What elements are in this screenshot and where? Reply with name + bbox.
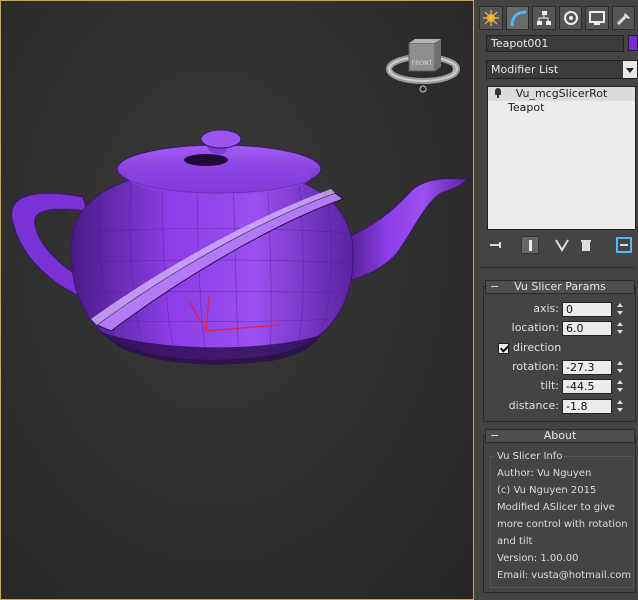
info-line: Modified ASlicer to give	[497, 502, 615, 513]
rotation-spinner[interactable]	[616, 360, 625, 375]
command-panel: Teapot001 Modifier List Vu_mcgSlicerRot …	[477, 0, 638, 600]
info-line: Email: vusta@hotmail.com	[497, 570, 632, 581]
modifier-list-dropdown[interactable]: Modifier List	[486, 60, 638, 79]
viewcube-label: FRONT	[412, 60, 433, 67]
teapot-object[interactable]	[11, 129, 468, 365]
axis-label: axis:	[533, 302, 559, 315]
params-rollout-header[interactable]: − Vu Slicer Params	[485, 280, 635, 294]
make-unique-button[interactable]	[553, 236, 571, 254]
stack-toolbar	[487, 236, 636, 254]
scene: FRONT S E	[11, 39, 468, 365]
tab-motion[interactable]	[558, 6, 582, 30]
show-end-result-button[interactable]	[521, 236, 539, 254]
viewcube[interactable]: FRONT S E	[386, 39, 460, 93]
create-icon	[483, 10, 499, 26]
display-icon	[589, 11, 605, 25]
pin-icon	[490, 242, 501, 248]
stack-item-modifier[interactable]: Vu_mcgSlicerRot	[488, 87, 635, 101]
location-field[interactable]: 6.0	[562, 321, 612, 336]
info-group-title: Vu Slicer Info	[495, 450, 565, 464]
perspective-viewport[interactable]: FRONT S E	[0, 0, 474, 600]
info-line: Author: Vu Nguyen	[497, 468, 592, 479]
object-color-swatch[interactable]	[628, 35, 638, 51]
about-title: About	[543, 429, 577, 442]
tab-hierarchy[interactable]	[532, 6, 556, 30]
tab-display[interactable]	[585, 6, 609, 30]
axis-field[interactable]: 0	[562, 302, 612, 317]
direction-label: direction	[513, 341, 562, 354]
command-panel-tabs	[479, 6, 638, 30]
show-end-result-icon	[529, 240, 532, 251]
stack-item-base[interactable]: Teapot	[488, 101, 635, 115]
lightbulb-icon[interactable]	[495, 88, 501, 98]
tab-create[interactable]	[479, 6, 503, 30]
tilt-field[interactable]: -44.5	[562, 379, 612, 394]
chevron-down-icon[interactable]	[623, 61, 637, 78]
svg-text:E: E	[452, 66, 457, 75]
stack-item-label: Teapot	[508, 101, 545, 114]
pin-stack-button[interactable]	[487, 236, 505, 254]
hierarchy-icon	[537, 11, 551, 25]
info-line: Version: 1.00.00	[497, 553, 579, 564]
tab-modify[interactable]	[505, 6, 529, 30]
info-line: and tilt	[497, 536, 533, 547]
object-name-field[interactable]: Teapot001	[486, 35, 624, 52]
configure-icon	[616, 237, 632, 253]
stack-item-label: Vu_mcgSlicerRot	[515, 87, 608, 100]
tab-utilities[interactable]	[611, 6, 635, 30]
tilt-label: tilt:	[540, 379, 559, 392]
make-unique-icon	[555, 239, 569, 252]
direction-checkbox[interactable]	[498, 343, 509, 354]
distance-spinner[interactable]	[616, 399, 625, 414]
params-title: Vu Slicer Params	[514, 280, 606, 293]
tilt-spinner[interactable]	[616, 379, 625, 394]
location-label: location:	[511, 321, 559, 334]
trash-icon	[581, 240, 591, 251]
about-rollout-header[interactable]: − About	[485, 429, 635, 443]
modifier-stack[interactable]: Vu_mcgSlicerRot Teapot	[487, 86, 636, 230]
rotation-field[interactable]: -27.3	[562, 360, 612, 375]
collapse-icon: −	[490, 429, 500, 442]
svg-text:S: S	[387, 66, 392, 75]
divider	[480, 267, 635, 268]
info-line: (c) Vu Nguyen 2015	[497, 485, 597, 496]
distance-field[interactable]: -1.8	[562, 399, 612, 414]
utilities-icon	[616, 13, 630, 26]
location-spinner[interactable]	[616, 321, 625, 336]
modify-icon	[510, 10, 526, 26]
modifier-list-label: Modifier List	[491, 63, 559, 76]
axis-spinner[interactable]	[616, 302, 625, 317]
distance-label: distance:	[508, 399, 559, 412]
rotation-label: rotation:	[512, 360, 559, 373]
info-line: more control with rotation	[497, 519, 628, 530]
remove-modifier-button[interactable]	[577, 236, 595, 254]
motion-icon	[563, 11, 578, 25]
configure-modifier-sets-button[interactable]	[615, 236, 633, 254]
collapse-icon: −	[490, 280, 500, 293]
